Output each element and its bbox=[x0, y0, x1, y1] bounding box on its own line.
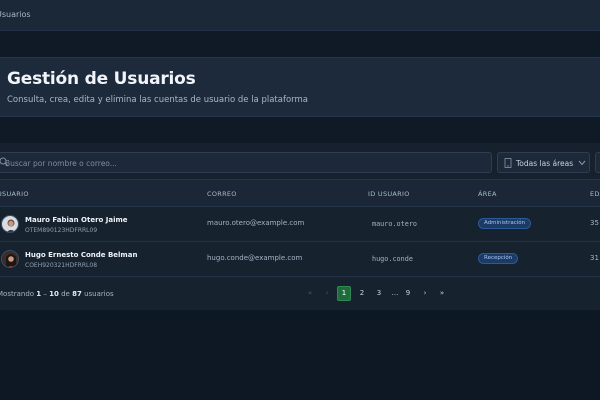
search-input[interactable] bbox=[5, 156, 475, 170]
page-button-1[interactable]: 1 bbox=[337, 286, 351, 301]
area-filter-select[interactable]: Todas las áreas bbox=[497, 152, 590, 173]
avatar bbox=[1, 250, 19, 268]
user-email: mauro.otero@example.com bbox=[207, 219, 305, 227]
user-id: mauro.otero bbox=[372, 220, 418, 228]
next-page-button[interactable]: › bbox=[418, 286, 432, 301]
spacer bbox=[0, 31, 600, 57]
building-icon bbox=[504, 158, 512, 168]
page-title: Gestión de Usuarios bbox=[7, 69, 196, 89]
column-header-age[interactable]: EDAD bbox=[590, 190, 600, 198]
user-name: Mauro Fabian Otero Jaime bbox=[25, 216, 128, 224]
page-button-2[interactable]: 2 bbox=[355, 286, 369, 301]
first-page-button[interactable]: « bbox=[303, 286, 317, 301]
filter-extra-button[interactable] bbox=[595, 152, 600, 173]
column-header-user[interactable]: USUARIO bbox=[0, 190, 29, 198]
top-bar: Usuarios bbox=[0, 0, 600, 31]
user-email: hugo.conde@example.com bbox=[207, 254, 303, 262]
column-header-email[interactable]: CORREO bbox=[207, 190, 237, 198]
area-badge: Recepción bbox=[478, 253, 519, 264]
column-header-area[interactable]: ÁREA bbox=[478, 190, 497, 198]
page-background bbox=[0, 310, 600, 400]
user-code: COEH920321HDFRRL08 bbox=[25, 262, 98, 269]
table-footer: Mostrando 1 – 10 de 87 usuarios « ‹ 1 2 … bbox=[0, 277, 600, 310]
area-filter-value: Todas las áreas bbox=[516, 159, 574, 168]
page-button-9[interactable]: 9 bbox=[401, 286, 415, 301]
table-row[interactable]: Hugo Ernesto Conde Belman COEH920321HDFR… bbox=[0, 242, 600, 277]
user-code: OTEM890123HDFRRL09 bbox=[25, 227, 98, 234]
user-id: hugo.conde bbox=[372, 255, 413, 263]
table-header: USUARIO CORREO ID USUARIO ÁREA EDAD bbox=[0, 180, 600, 207]
page-subtitle: Consulta, crea, edita y elimina las cuen… bbox=[7, 95, 309, 105]
column-header-user-id[interactable]: ID USUARIO bbox=[368, 190, 410, 198]
user-name: Hugo Ernesto Conde Belman bbox=[25, 251, 138, 259]
page-button-3[interactable]: 3 bbox=[372, 286, 386, 301]
users-panel: Todas las áreas USUARIO CORREO ID USUARI… bbox=[0, 143, 600, 310]
table-row[interactable]: Mauro Fabian Otero Jaime OTEM890123HDFRR… bbox=[0, 207, 600, 242]
last-page-button[interactable]: » bbox=[435, 286, 449, 301]
area-badge: Administración bbox=[478, 218, 532, 229]
prev-page-button[interactable]: ‹ bbox=[320, 286, 334, 301]
chevron-down-icon bbox=[578, 160, 586, 166]
breadcrumb[interactable]: Usuarios bbox=[0, 10, 31, 19]
pagination-ellipsis: ... bbox=[391, 289, 399, 297]
avatar bbox=[1, 215, 19, 233]
page-header: Gestión de Usuarios Consulta, crea, edit… bbox=[0, 57, 600, 117]
user-age: 35 bbox=[590, 219, 599, 227]
filter-bar: Todas las áreas bbox=[0, 143, 600, 180]
user-age: 31 bbox=[590, 254, 599, 262]
results-summary: Mostrando 1 – 10 de 87 usuarios bbox=[0, 290, 114, 298]
search-box[interactable] bbox=[0, 152, 492, 173]
